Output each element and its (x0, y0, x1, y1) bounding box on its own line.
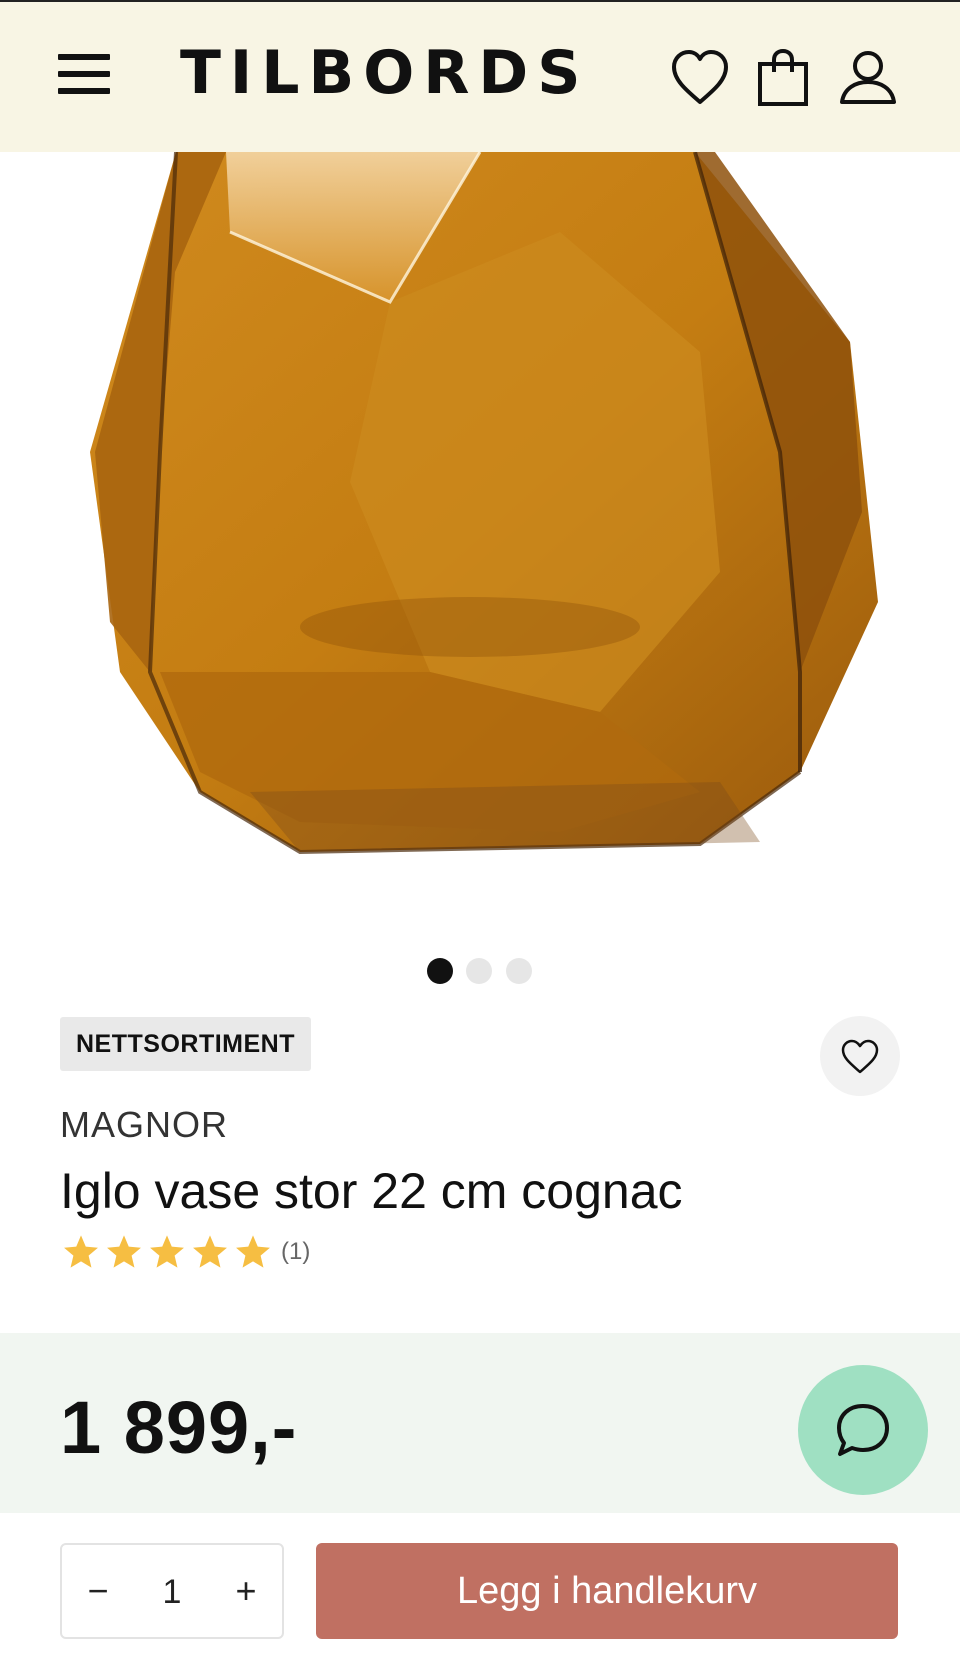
carousel-dot-3[interactable] (506, 958, 532, 984)
star-icon (193, 1235, 227, 1268)
quantity-value[interactable]: 1 (142, 1565, 202, 1619)
increase-quantity-button[interactable]: + (216, 1561, 276, 1621)
carousel-dot-1[interactable] (427, 958, 453, 984)
product-image[interactable] (0, 152, 960, 912)
product-title: Iglo vase stor 22 cm cognac (60, 1163, 683, 1219)
carousel-dot-2[interactable] (466, 958, 492, 984)
user-account-icon[interactable] (836, 46, 900, 110)
chat-bubble-icon (837, 1404, 889, 1456)
heart-icon (841, 1039, 879, 1074)
star-icon (150, 1235, 184, 1268)
product-brand[interactable]: MAGNOR (60, 1104, 228, 1146)
price-section: 1 899,- (0, 1333, 960, 1513)
star-icon (236, 1235, 270, 1268)
wishlist-heart-icon[interactable] (668, 46, 732, 110)
image-carousel-dots (0, 958, 960, 988)
site-logo[interactable]: TILBORDS (180, 38, 589, 108)
product-price: 1 899,- (60, 1386, 298, 1469)
add-to-favorites-button[interactable] (820, 1016, 900, 1096)
add-to-cart-button[interactable]: Legg i handlekurv (316, 1543, 898, 1639)
chat-button[interactable] (798, 1365, 928, 1495)
shopping-bag-icon[interactable] (752, 46, 816, 110)
online-assortment-badge: NETTSORTIMENT (60, 1017, 311, 1071)
vase-image (90, 152, 878, 855)
star-icon (107, 1235, 141, 1268)
star-icon (64, 1235, 98, 1268)
review-count: (1) (281, 1238, 311, 1265)
menu-icon[interactable] (58, 54, 110, 100)
quantity-stepper: − 1 + (60, 1543, 284, 1639)
rating-stars[interactable]: (1) (62, 1232, 310, 1272)
top-header: TILBORDS (0, 0, 960, 152)
decrease-quantity-button[interactable]: − (68, 1561, 128, 1621)
